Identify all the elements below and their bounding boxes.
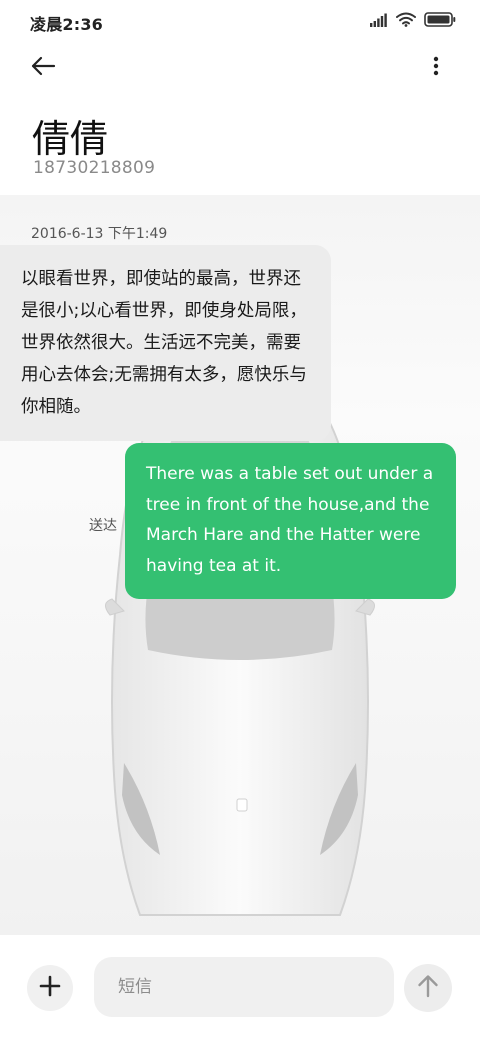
message-list[interactable]: 2016-6-13 下午1:49 以眼看世界，即使站的最高，世界还是很小;以心看… [0,195,480,935]
composer-bar [0,935,480,1040]
delivery-status: 送达 [89,518,117,534]
send-button[interactable] [404,964,452,1012]
more-options-button[interactable] [428,52,444,84]
signal-icon [370,12,388,31]
sent-message-bubble[interactable]: There was a table set out under a tree i… [125,443,456,599]
contact-number: 18730218809 [33,158,156,178]
plus-icon [39,975,61,1001]
arrow-left-icon [30,56,56,80]
arrow-up-icon [417,974,439,1002]
received-message-text: 以眼看世界，即使站的最高，世界还是很小;以心看世界，即使身处局限，世界依然很大。… [21,269,307,417]
back-button[interactable] [30,52,70,84]
status-bar: 凌晨2:36 [0,0,480,44]
message-timestamp: 2016-6-13 下午1:49 [31,226,168,242]
conversation-screen: 凌晨2:36 倩倩 18730218809 2016-6-13 下午1:49 以… [0,0,480,1040]
message-input[interactable] [94,957,394,1017]
add-attachment-button[interactable] [27,965,73,1011]
contact-name: 倩倩 [32,117,109,161]
more-vertical-icon [433,56,439,80]
received-message-bubble[interactable]: 以眼看世界，即使站的最高，世界还是很小;以心看世界，即使身处局限，世界依然很大。… [0,245,331,441]
status-icons [370,12,456,31]
wifi-icon [396,12,416,31]
battery-icon [424,12,456,31]
status-time: 凌晨2:36 [30,15,103,34]
